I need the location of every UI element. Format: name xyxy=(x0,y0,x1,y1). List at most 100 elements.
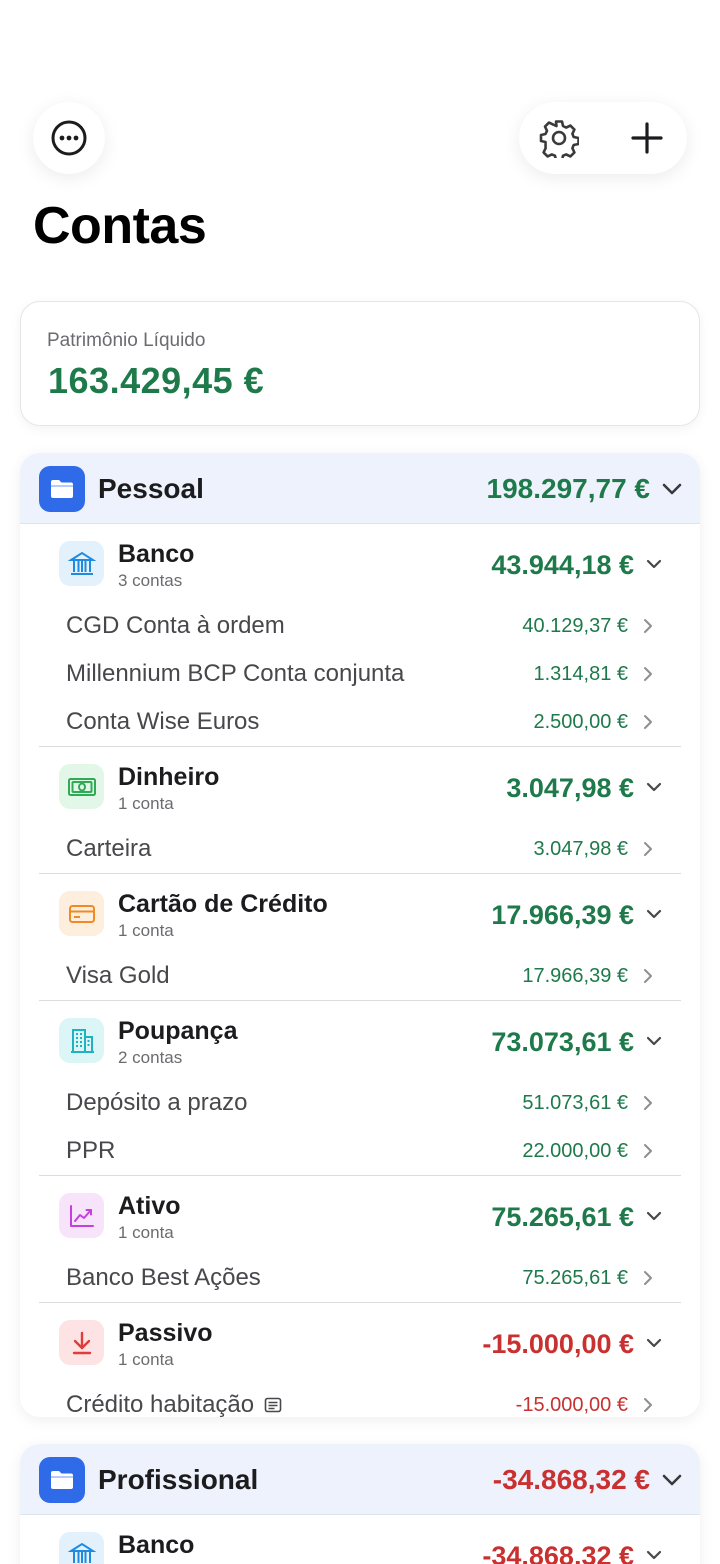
chevron-right-icon xyxy=(644,969,652,983)
account-name: Conta Wise Euros xyxy=(66,708,260,735)
category-ativo[interactable]: Ativo 1 conta 75.265,61 € xyxy=(20,1176,700,1254)
credit-card-icon xyxy=(59,891,104,936)
account-row[interactable]: PPR 22.000,00 € xyxy=(20,1127,700,1175)
settings-button[interactable] xyxy=(539,118,579,158)
category-count: 2 contas xyxy=(118,1048,183,1067)
category-passivo[interactable]: Passivo 1 conta -15.000,00 € xyxy=(20,1303,700,1381)
category-count: 1 conta xyxy=(118,921,174,940)
group-name: Profissional xyxy=(98,1464,259,1495)
category-name: Banco xyxy=(118,540,195,568)
chevron-down-icon[interactable] xyxy=(644,1333,664,1353)
gear-icon xyxy=(539,120,579,158)
chevron-down-icon[interactable] xyxy=(644,554,664,574)
category-name: Passivo xyxy=(118,1319,213,1347)
category-poupanca[interactable]: Poupança 2 contas 73.073,61 € xyxy=(20,1001,700,1079)
account-name: Banco Best Ações xyxy=(66,1264,261,1291)
category-banco[interactable]: Banco -34.868,32 € xyxy=(20,1515,700,1564)
networth-value: 163.429,45 € xyxy=(48,360,265,401)
chevron-right-icon xyxy=(644,842,652,856)
account-name: PPR xyxy=(66,1137,116,1164)
top-bar xyxy=(0,102,720,174)
chevron-right-icon xyxy=(644,1144,652,1158)
category-total: 43.944,18 € xyxy=(491,550,634,580)
group-name: Pessoal xyxy=(98,473,204,504)
chevron-right-icon xyxy=(644,619,652,633)
page-title: Contas xyxy=(33,197,207,255)
account-name: Carteira xyxy=(66,835,152,862)
account-name: Visa Gold xyxy=(66,962,170,989)
plus-icon xyxy=(631,122,663,154)
bank-icon xyxy=(59,1532,104,1564)
account-row[interactable]: Conta Wise Euros 2.500,00 € xyxy=(20,698,700,746)
networth-label: Patrimônio Líquido xyxy=(47,330,206,351)
actions-pill xyxy=(519,102,687,174)
account-value: 40.129,37 € xyxy=(522,615,628,637)
category-total: -34.868,32 € xyxy=(482,1541,634,1564)
group-header-profissional[interactable]: Profissional -34.868,32 € xyxy=(20,1444,700,1515)
account-name: Depósito a prazo xyxy=(66,1089,248,1116)
account-value: 75.265,61 € xyxy=(522,1267,628,1289)
chevron-down-icon[interactable] xyxy=(644,1545,664,1564)
category-name: Dinheiro xyxy=(118,763,220,791)
category-dinheiro[interactable]: Dinheiro 1 conta 3.047,98 € xyxy=(20,747,700,825)
category-total: 75.265,61 € xyxy=(491,1202,634,1232)
chevron-down-icon[interactable] xyxy=(644,1206,664,1226)
group-total: -34.868,32 € xyxy=(492,1464,650,1495)
account-value: 17.966,39 € xyxy=(522,965,628,987)
category-total: 17.966,39 € xyxy=(491,900,634,930)
account-name: Crédito habitação xyxy=(66,1391,282,1417)
account-row[interactable]: CGD Conta à ordem 40.129,37 € xyxy=(20,602,700,650)
note-icon xyxy=(264,1397,282,1413)
account-name: CGD Conta à ordem xyxy=(66,612,285,639)
group-total: 198.297,77 € xyxy=(486,473,651,504)
account-value: 1.314,81 € xyxy=(533,663,628,685)
chevron-right-icon xyxy=(644,1096,652,1110)
account-value: 51.073,61 € xyxy=(522,1092,628,1114)
account-row[interactable]: Depósito a prazo 51.073,61 € xyxy=(20,1079,700,1127)
networth-card[interactable]: Patrimônio Líquido 163.429,45 € xyxy=(20,301,700,426)
chevron-down-icon[interactable] xyxy=(644,1031,664,1051)
add-button[interactable] xyxy=(627,118,667,158)
ellipsis-circle-icon xyxy=(51,120,87,156)
chevron-right-icon xyxy=(644,1398,652,1412)
chevron-down-icon[interactable] xyxy=(644,777,664,797)
banknote-icon xyxy=(59,764,104,809)
account-value: -15.000,00 € xyxy=(515,1394,628,1416)
more-button[interactable] xyxy=(33,102,105,174)
account-row[interactable]: Carteira 3.047,98 € xyxy=(20,825,700,873)
building-icon xyxy=(59,1018,104,1063)
account-name: Millennium BCP Conta conjunta xyxy=(66,660,405,687)
category-count: 1 conta xyxy=(118,1223,174,1242)
category-total: 3.047,98 € xyxy=(506,773,634,803)
category-total: 73.073,61 € xyxy=(491,1027,634,1057)
group-card-pessoal: Pessoal 198.297,77 € Banco 3 contas 43.9… xyxy=(20,453,700,1417)
account-row[interactable]: Banco Best Ações 75.265,61 € xyxy=(20,1254,700,1302)
folder-icon xyxy=(39,466,85,512)
account-row[interactable]: Visa Gold 17.966,39 € xyxy=(20,952,700,1000)
account-value: 2.500,00 € xyxy=(533,711,628,733)
bank-icon xyxy=(59,541,104,586)
category-name: Ativo xyxy=(118,1192,181,1220)
chevron-right-icon xyxy=(644,667,652,681)
category-count: 1 conta xyxy=(118,1350,174,1369)
chevron-right-icon xyxy=(644,1271,652,1285)
chevron-down-icon[interactable] xyxy=(660,477,684,501)
category-cartao-de-credito[interactable]: Cartão de Crédito 1 conta 17.966,39 € xyxy=(20,874,700,952)
category-count: 1 conta xyxy=(118,794,174,813)
arrow-down-icon xyxy=(59,1320,104,1365)
category-name: Banco xyxy=(118,1531,195,1559)
category-total: -15.000,00 € xyxy=(482,1329,634,1359)
folder-icon xyxy=(39,1457,85,1503)
chevron-down-icon[interactable] xyxy=(644,904,664,924)
chevron-right-icon xyxy=(644,715,652,729)
account-row[interactable]: Millennium BCP Conta conjunta 1.314,81 € xyxy=(20,650,700,698)
group-card-profissional: Profissional -34.868,32 € Banco -34.868,… xyxy=(20,1444,700,1564)
category-banco[interactable]: Banco 3 contas 43.944,18 € xyxy=(20,524,700,602)
chevron-down-icon[interactable] xyxy=(660,1468,684,1492)
category-count: 3 contas xyxy=(118,571,183,590)
category-name: Poupança xyxy=(118,1017,238,1045)
category-name: Cartão de Crédito xyxy=(118,890,328,918)
account-row[interactable]: Crédito habitação -15.000,00 € xyxy=(20,1381,700,1417)
group-header-pessoal[interactable]: Pessoal 198.297,77 € xyxy=(20,453,700,524)
account-value: 22.000,00 € xyxy=(522,1140,628,1162)
